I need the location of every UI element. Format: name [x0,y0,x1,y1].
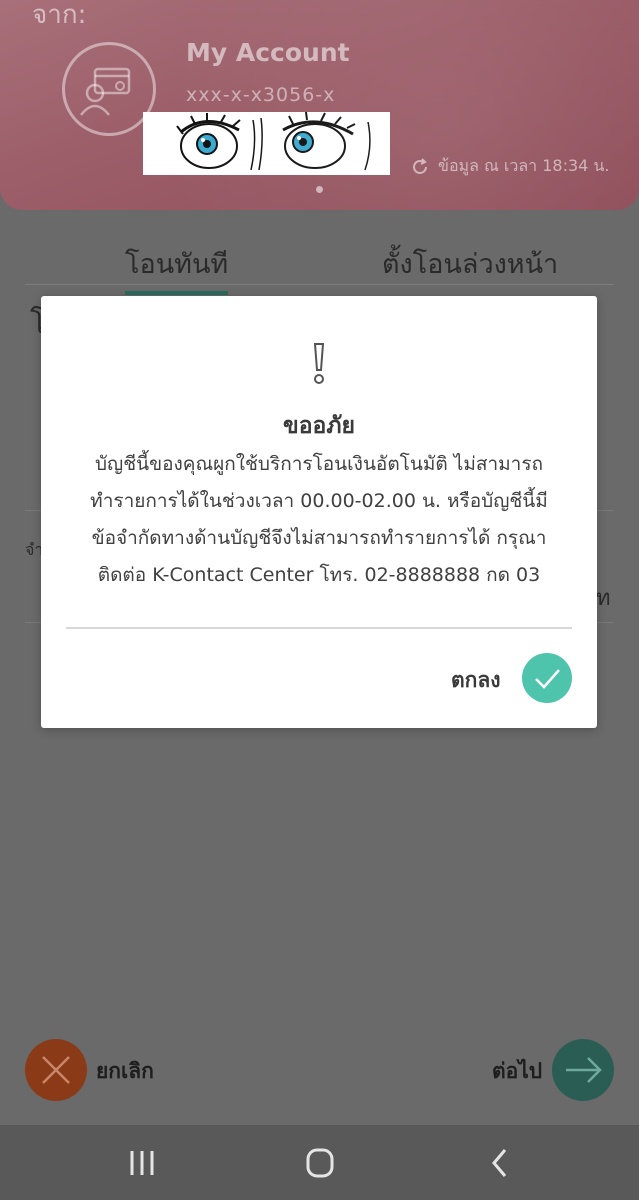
account-card-icon [62,42,156,136]
account-header-card[interactable]: จาก: My Account xxx-x-x3056-x ข้อมูล ณ เ… [0,0,639,210]
next-button[interactable] [552,1039,614,1101]
ok-button[interactable] [522,653,572,703]
account-name: My Account [186,38,350,67]
cancel-button[interactable] [25,1039,87,1101]
dialog-divider [66,627,572,629]
dialog-message-line: ติดต่อ K-Contact Center โทร. 02-8888888 … [97,564,541,586]
from-label: จาก: [32,0,87,30]
back-icon[interactable] [480,1145,520,1181]
transfer-tabs: โอนทันที ตั้งโอนล่วงหน้า [25,238,614,295]
ok-label[interactable]: ตกลง [451,664,500,697]
active-tab-indicator [125,291,229,295]
carousel-page-dot [316,186,323,193]
eyes-sticker-image [143,111,390,175]
dialog-message: บัญชีนี้ของคุณผูกใช้บริการโอนเงินอัตโนมั… [63,446,575,594]
obscured-text-fragment: ท [596,586,611,611]
exclamation-icon [313,343,325,384]
system-navigation-bar [0,1125,639,1200]
recent-apps-icon[interactable] [122,1145,162,1181]
checkmark-icon [535,669,560,689]
account-number: xxx-x-x3056-x [186,84,336,106]
error-dialog: ขออภัย บัญชีนี้ของคุณผูกใช้บริการโอนเงิน… [41,296,597,728]
tab-transfer-now[interactable]: โอนทันที [125,242,229,295]
dialog-title: ขออภัย [283,413,355,439]
dialog-message-line: ข้อจำกัดทางด้านบัญชีจึงไม่สามารถทำรายการ… [91,527,547,549]
next-label[interactable]: ต่อไป [492,1055,542,1088]
dialog-message-line: ทำรายการได้ในช่วงเวลา 00.00-02.00 น. หรื… [90,490,548,512]
arrow-right-icon [566,1057,602,1083]
dialog-message-line: บัญชีนี้ของคุณผูกใช้บริการโอนเงินอัตโนมั… [94,453,544,475]
home-icon[interactable] [300,1145,340,1181]
cancel-label[interactable]: ยกเลิก [96,1055,154,1088]
refresh-icon[interactable] [410,157,430,177]
last-updated-text: ข้อมูล ณ เวลา 18:34 น. [438,156,610,175]
close-icon [42,1056,70,1084]
tab-schedule-transfer-label: ตั้งโอนล่วงหน้า [382,249,559,280]
tab-schedule-transfer[interactable]: ตั้งโอนล่วงหน้า [382,242,558,285]
tab-transfer-now-label: โอนทันที [125,249,229,280]
